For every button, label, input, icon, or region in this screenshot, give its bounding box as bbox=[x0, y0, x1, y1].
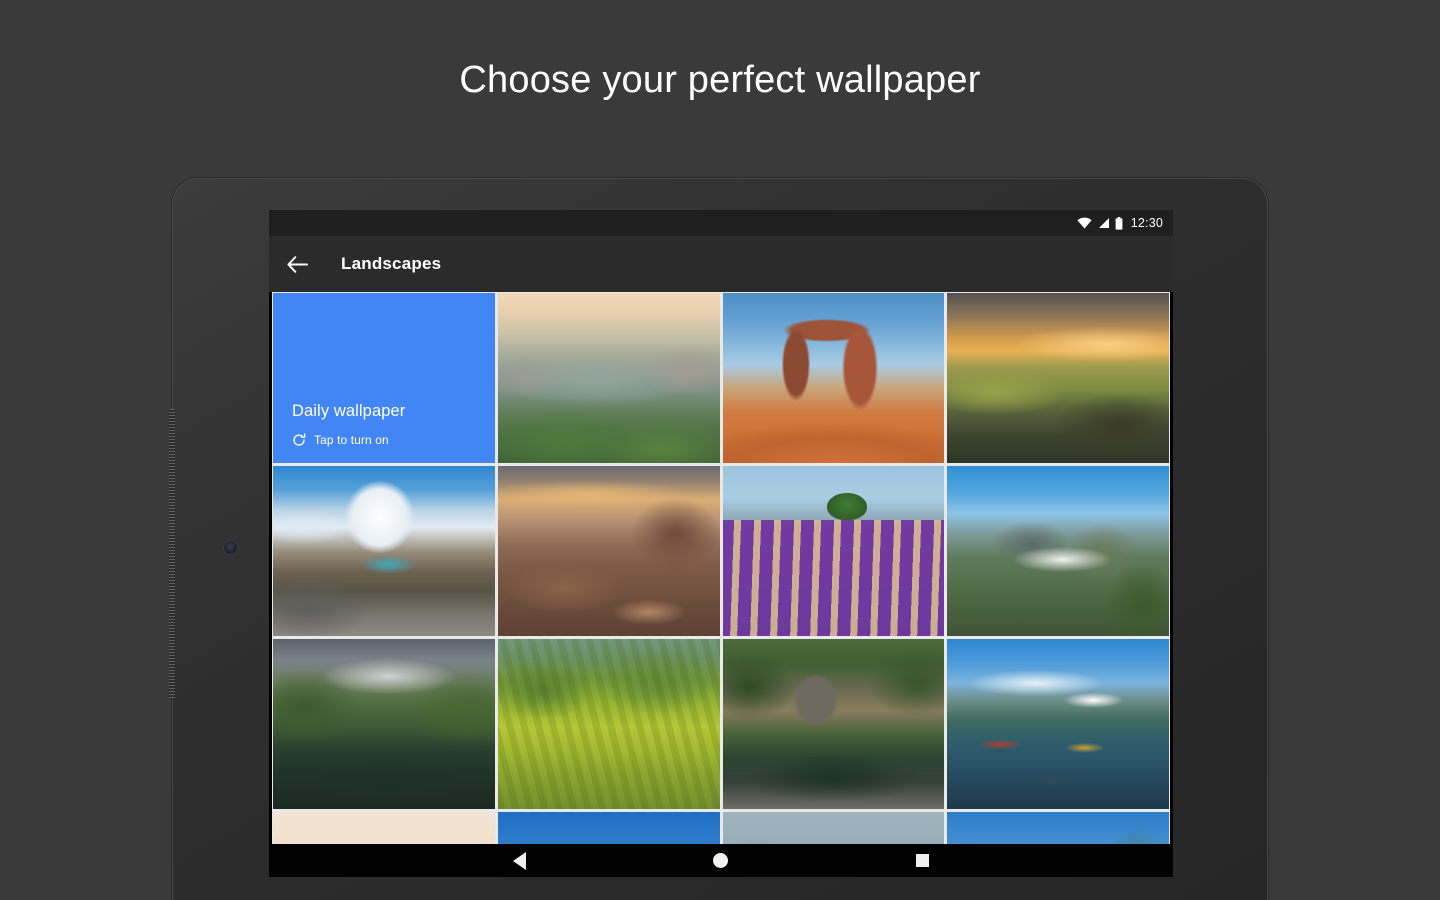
daily-wallpaper-status-row: Tap to turn on bbox=[292, 433, 389, 447]
wallpaper-thumb-clouds-sky bbox=[497, 812, 720, 844]
tile-green-cliff[interactable] bbox=[947, 812, 1169, 844]
wallpaper-thumb-green-cliff bbox=[947, 812, 1169, 844]
tile-coastal-rocks[interactable] bbox=[497, 293, 720, 463]
wallpaper-grid[interactable]: Daily wallpaper Tap to turn on bbox=[272, 292, 1170, 844]
page-title: Choose your perfect wallpaper bbox=[459, 59, 981, 101]
tile-lake-village[interactable] bbox=[273, 639, 495, 809]
system-navigation-bar bbox=[269, 844, 1173, 877]
tile-snow-peak[interactable] bbox=[273, 466, 495, 636]
wallpaper-thumb-delicate-arch bbox=[722, 293, 945, 463]
wallpaper-thumb-lavender-field bbox=[722, 466, 945, 636]
app-bar: Landscapes bbox=[269, 236, 1173, 292]
tile-canyon-road[interactable] bbox=[497, 466, 720, 636]
tile-stone-bridge[interactable] bbox=[722, 639, 945, 809]
triangle-back-icon bbox=[513, 851, 527, 870]
daily-wallpaper-subtitle: Tap to turn on bbox=[314, 433, 389, 447]
tile-clouds-sky[interactable] bbox=[497, 812, 720, 844]
rotate-refresh-icon bbox=[293, 433, 306, 446]
square-recents-icon bbox=[915, 854, 929, 867]
circle-home-icon bbox=[713, 853, 729, 868]
tile-delicate-arch[interactable] bbox=[722, 293, 945, 463]
wallpaper-thumb-canyon-road bbox=[497, 466, 720, 636]
wallpaper-thumb-lake-boats bbox=[947, 639, 1169, 809]
wallpaper-thumb-plateau-sunset bbox=[947, 293, 1169, 463]
back-button[interactable] bbox=[269, 236, 325, 292]
tile-lavender-field[interactable] bbox=[722, 466, 945, 636]
tile-desert-butte[interactable] bbox=[273, 812, 495, 844]
back-arrow-icon bbox=[286, 255, 308, 273]
tablet-device: 12:30 Landscapes Daily wallpaper Tap to … bbox=[169, 178, 1268, 900]
signal-icon bbox=[1098, 218, 1109, 228]
battery-icon bbox=[1115, 216, 1123, 230]
nav-home-button[interactable] bbox=[699, 844, 743, 877]
tile-misty-forest[interactable] bbox=[722, 812, 945, 844]
status-time: 12:30 bbox=[1130, 216, 1163, 230]
tile-rice-terraces[interactable] bbox=[497, 639, 720, 809]
screenshot-root: Choose your perfect wallpaper 12:30 Land… bbox=[0, 0, 1440, 900]
wallpaper-thumb-misty-forest bbox=[722, 812, 945, 844]
wallpaper-thumb-stone-bridge bbox=[722, 639, 945, 809]
nav-back-button[interactable] bbox=[498, 844, 542, 877]
wallpaper-thumb-snow-peak bbox=[273, 466, 495, 636]
wallpaper-thumb-lake-village bbox=[273, 639, 495, 809]
app-bar-title: Landscapes bbox=[341, 254, 442, 273]
wallpaper-thumb-desert-butte bbox=[273, 812, 495, 844]
tile-lake-boats[interactable] bbox=[947, 639, 1169, 809]
tile-plateau-sunset[interactable] bbox=[947, 293, 1169, 463]
status-bar: 12:30 bbox=[269, 210, 1173, 236]
wallpaper-thumb-volcano bbox=[947, 466, 1169, 636]
front-camera-icon bbox=[224, 541, 237, 554]
device-side-grip bbox=[169, 409, 175, 699]
tablet-screen: 12:30 Landscapes Daily wallpaper Tap to … bbox=[269, 210, 1173, 877]
tile-daily-wallpaper[interactable]: Daily wallpaper Tap to turn on bbox=[273, 293, 495, 463]
wifi-icon bbox=[1077, 217, 1092, 229]
wallpaper-thumb-rice-terraces bbox=[497, 639, 720, 809]
wallpaper-thumb-coastal-rocks bbox=[497, 293, 720, 463]
daily-wallpaper-title: Daily wallpaper bbox=[292, 402, 406, 420]
tile-volcano[interactable] bbox=[947, 466, 1169, 636]
nav-recents-button[interactable] bbox=[900, 844, 944, 877]
